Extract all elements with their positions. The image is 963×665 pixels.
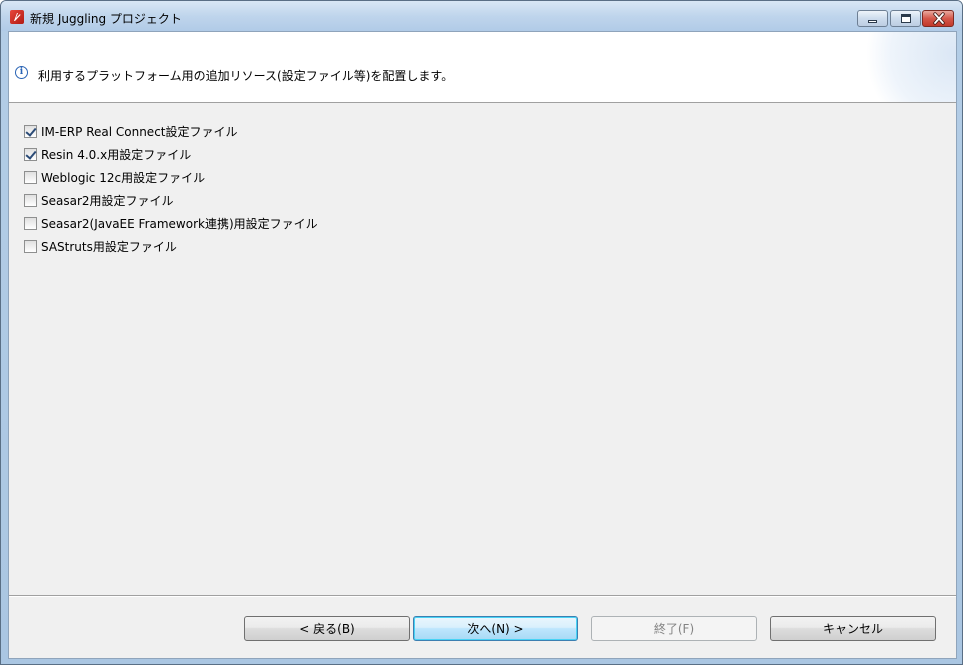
resource-checkbox-row[interactable]: SAStruts用設定ファイル [24,235,318,258]
title-bar[interactable]: 新規 Juggling プロジェクト [1,1,962,31]
resource-checkbox-row[interactable]: Seasar2用設定ファイル [24,189,318,212]
checkbox-label: Seasar2(JavaEE Framework連携)用設定ファイル [41,217,318,231]
resource-checkbox-row[interactable]: IM-ERP Real Connect設定ファイル [24,120,318,143]
resource-checkbox-row[interactable]: Weblogic 12c用設定ファイル [24,166,318,189]
banner-message: 利用するプラットフォーム用の追加リソース(設定ファイル等)を配置します。 [38,69,454,83]
dialog-window: 新規 Juggling プロジェクト i 利用するプラットフォーム用の追加リソー… [0,0,963,665]
button-separator [9,595,956,597]
checkbox[interactable] [24,240,37,253]
resource-checkbox-list: IM-ERP Real Connect設定ファイル Resin 4.0.x用設定フ… [24,120,318,258]
minimize-button[interactable] [857,10,888,27]
window-title: 新規 Juggling プロジェクト [30,12,182,26]
dialog-client-area: i 利用するプラットフォーム用の追加リソース(設定ファイル等)を配置します。 I… [8,31,957,659]
info-icon: i [15,66,28,79]
back-button[interactable]: < 戻る(B) [244,616,410,641]
checkbox-label: IM-ERP Real Connect設定ファイル [41,125,238,139]
checkbox-label: SAStruts用設定ファイル [41,240,177,254]
checkbox[interactable] [24,171,37,184]
next-button[interactable]: 次へ(N) > [413,616,578,641]
wizard-banner: i 利用するプラットフォーム用の追加リソース(設定ファイル等)を配置します。 [9,32,956,103]
banner-decoration [856,32,956,102]
resource-checkbox-row[interactable]: Seasar2(JavaEE Framework連携)用設定ファイル [24,212,318,235]
close-icon [933,12,945,25]
maximize-icon [901,14,911,23]
checkbox[interactable] [24,217,37,230]
maximize-button[interactable] [890,10,921,27]
close-button[interactable] [922,10,954,27]
checkbox-label: Weblogic 12c用設定ファイル [41,171,206,185]
checkbox-label: Seasar2用設定ファイル [41,194,174,208]
resource-checkbox-row[interactable]: Resin 4.0.x用設定ファイル [24,143,318,166]
checkbox[interactable] [24,125,37,138]
checkbox-label: Resin 4.0.x用設定ファイル [41,148,192,162]
juggling-app-icon [10,10,24,24]
cancel-button[interactable]: キャンセル [770,616,936,641]
finish-button[interactable]: 終了(F) [591,616,757,641]
checkbox[interactable] [24,194,37,207]
minimize-icon [868,20,877,23]
checkbox[interactable] [24,148,37,161]
